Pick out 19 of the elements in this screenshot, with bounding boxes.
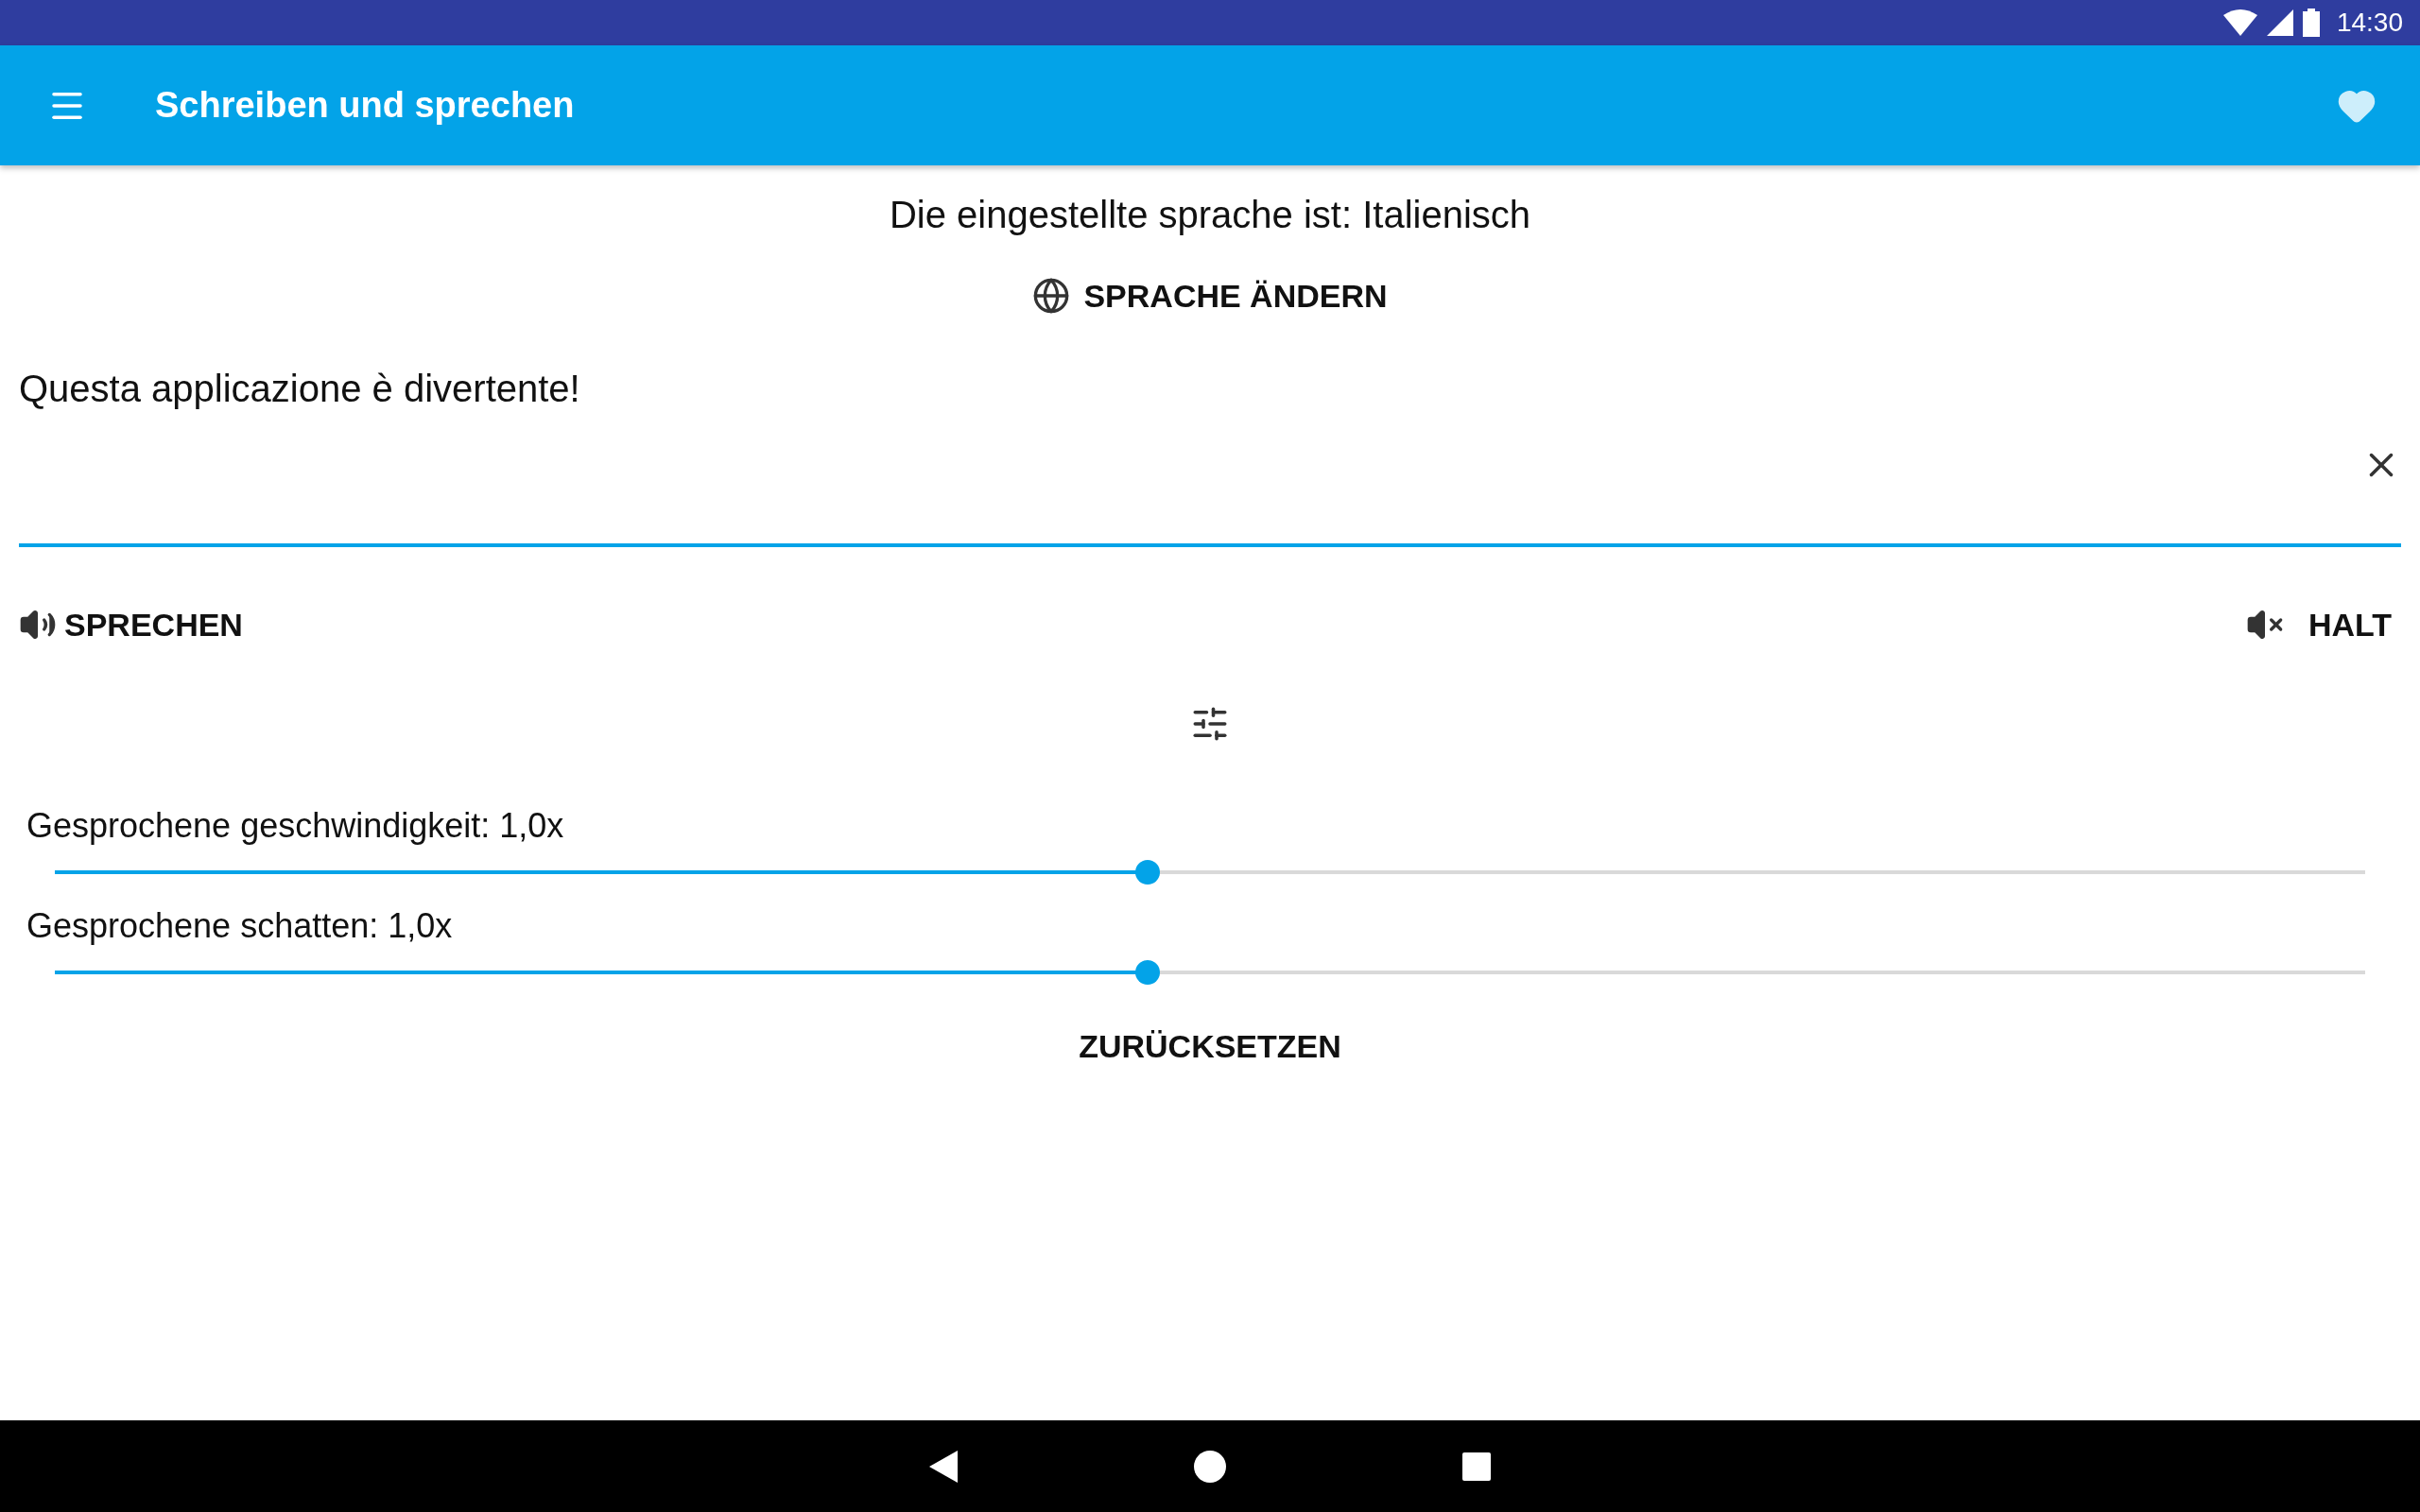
toolbar-title: Schreiben und sprechen bbox=[155, 85, 576, 126]
speak-button[interactable]: SPRECHEN bbox=[19, 606, 243, 644]
recents-icon[interactable] bbox=[1462, 1452, 1491, 1481]
home-icon[interactable] bbox=[1194, 1450, 1226, 1483]
globe-icon bbox=[1032, 277, 1071, 315]
slider-thumb[interactable] bbox=[1135, 860, 1160, 885]
change-language-button[interactable]: SPRACHE ÄNDERN bbox=[1023, 269, 1397, 322]
battery-icon bbox=[2302, 9, 2320, 37]
text-input-field[interactable]: Questa applicazione è divertente! bbox=[19, 368, 2401, 547]
slider-thumb[interactable] bbox=[1135, 960, 1160, 985]
language-info: Die eingestellte sprache ist: Italienisch bbox=[889, 194, 1531, 236]
reset-button[interactable]: ZURÜCKSETZEN bbox=[1069, 1021, 1351, 1073]
back-icon[interactable] bbox=[929, 1450, 958, 1483]
signal-icon bbox=[2266, 9, 2293, 36]
wifi-icon bbox=[2222, 9, 2257, 36]
stop-button[interactable]: HALT bbox=[2245, 606, 2401, 644]
slider-label: Gesprochene schatten: 1,0x bbox=[26, 906, 454, 946]
slider-label: Gesprochene geschwindigkeit: 1,0x bbox=[26, 806, 565, 846]
status-time: 14:30 bbox=[2336, 8, 2403, 38]
